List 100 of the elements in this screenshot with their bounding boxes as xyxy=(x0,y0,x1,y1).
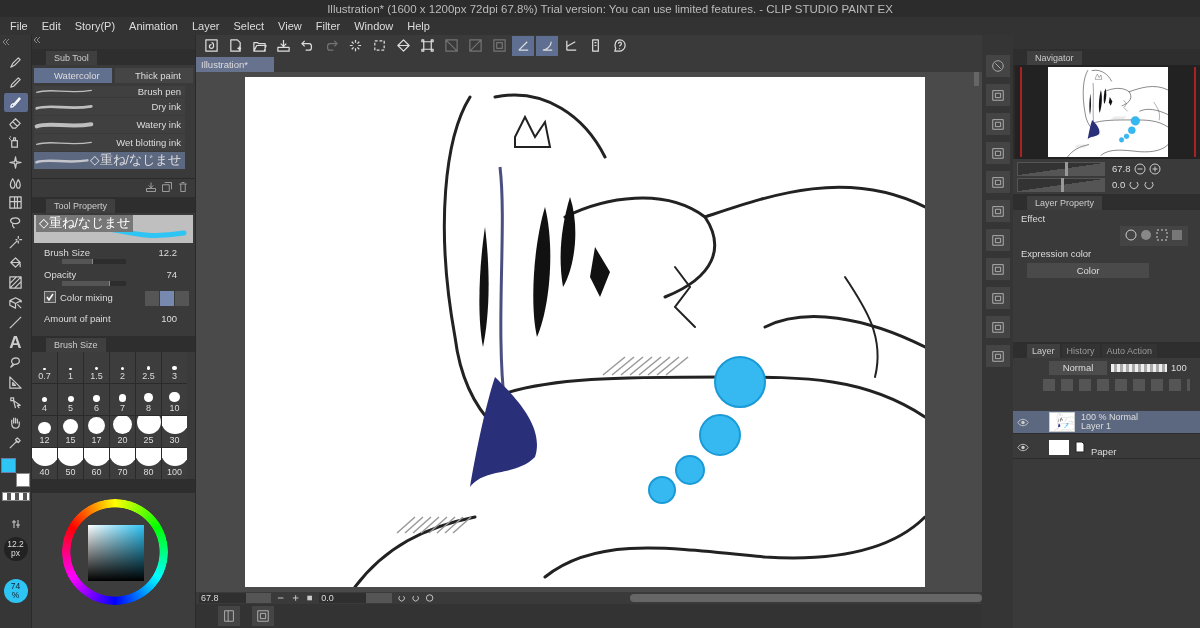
rotation-value[interactable]: 0.0 xyxy=(1112,179,1126,190)
panel-tab[interactable]: Layer xyxy=(1027,344,1060,358)
panel-tab[interactable]: Navigator xyxy=(1027,51,1082,65)
rotation-field[interactable]: 0.0 xyxy=(319,593,392,603)
zoom-value[interactable]: 67.8 xyxy=(1112,163,1131,174)
blend-mode-dropdown[interactable]: Normal xyxy=(1049,360,1107,375)
brush-size-preset[interactable]: 100 xyxy=(162,448,187,479)
brush-size-preset[interactable]: 10 xyxy=(162,384,187,415)
menu-item[interactable]: Story(P) xyxy=(67,20,123,32)
duplicate-icon[interactable] xyxy=(161,181,173,193)
eye-icon[interactable] xyxy=(1017,417,1029,427)
slider-track[interactable] xyxy=(62,259,126,264)
zoom-in-icon[interactable] xyxy=(1148,162,1161,175)
panel-button[interactable] xyxy=(985,316,1010,338)
panel-button[interactable] xyxy=(985,55,1010,77)
panel-button[interactable] xyxy=(985,113,1010,135)
slider-thumb[interactable] xyxy=(1065,161,1069,176)
brush-size-preset[interactable]: 2.5 xyxy=(136,352,161,383)
tool-button[interactable]: A xyxy=(3,333,28,352)
panel-button[interactable] xyxy=(985,345,1010,367)
brush-size-preset[interactable]: 20 xyxy=(110,416,135,447)
panel-tab[interactable]: Layer Property xyxy=(1027,196,1103,210)
menu-item[interactable]: Select xyxy=(226,20,272,32)
panel-button[interactable] xyxy=(985,258,1010,280)
expression-color-dropdown[interactable]: Color xyxy=(1027,263,1149,278)
trash-icon[interactable] xyxy=(177,181,189,193)
panel-tab[interactable]: History xyxy=(1061,344,1100,358)
brush-size-preset[interactable]: 7 xyxy=(110,384,135,415)
panel-button[interactable] xyxy=(985,229,1010,251)
brush-size-preset[interactable]: 30 xyxy=(162,416,187,447)
panel-button[interactable] xyxy=(985,142,1010,164)
panel-toggle-button[interactable] xyxy=(252,606,274,626)
download-icon[interactable] xyxy=(145,181,157,193)
zoom-in-icon[interactable] xyxy=(290,593,301,603)
transparent-color-swatch[interactable] xyxy=(1,492,30,501)
brush-size-preset[interactable]: 6 xyxy=(84,384,109,415)
checkbox[interactable] xyxy=(44,291,56,303)
tool-button[interactable] xyxy=(3,93,28,112)
zoom-field[interactable]: 67.8 xyxy=(199,593,272,603)
property-value[interactable]: 100 xyxy=(161,313,177,324)
brush-size-preset[interactable]: 40 xyxy=(32,448,57,479)
property-value[interactable]: 74 xyxy=(166,269,177,280)
brush-size-preset[interactable]: 50 xyxy=(58,448,83,479)
brush-size-preset[interactable]: 15 xyxy=(58,416,83,447)
brush-item[interactable]: Wet blotting ink xyxy=(34,134,185,151)
slider-thumb[interactable] xyxy=(1061,177,1064,192)
panel-tab[interactable]: Auto Action xyxy=(1101,344,1158,358)
collapse-icon[interactable] xyxy=(1,37,11,47)
sub-tool-group-tab[interactable]: Watercolor xyxy=(34,68,112,83)
rotate-right-icon[interactable] xyxy=(411,593,421,603)
brush-size-preset[interactable]: 80 xyxy=(136,448,161,479)
menu-item[interactable]: Filter xyxy=(308,20,348,32)
brush-item[interactable]: Watery ink xyxy=(34,116,185,133)
rotation-slider[interactable] xyxy=(1017,177,1105,192)
panel-button[interactable] xyxy=(985,287,1010,309)
sliders-icon[interactable] xyxy=(10,519,21,529)
brush-item[interactable]: Dry ink xyxy=(34,98,185,115)
brush-size-preset[interactable]: 0.7 xyxy=(32,352,57,383)
brush-size-preset[interactable]: 5 xyxy=(58,384,83,415)
color-square[interactable] xyxy=(88,525,144,581)
opacity-slider[interactable] xyxy=(1111,363,1167,372)
rotate-left-icon[interactable] xyxy=(396,593,407,603)
menu-item[interactable]: Edit xyxy=(34,20,68,32)
menu-item[interactable]: Window xyxy=(347,20,401,32)
panel-button[interactable] xyxy=(985,200,1010,222)
panel-tab[interactable]: Tool Property xyxy=(46,199,116,213)
panel-button[interactable] xyxy=(985,171,1010,193)
zoom-slider[interactable] xyxy=(1017,161,1105,176)
brush-size-preset[interactable]: 1.5 xyxy=(84,352,109,383)
menu-item[interactable]: Help xyxy=(400,20,437,32)
sub-color-swatch[interactable] xyxy=(15,473,30,487)
effect-buttons[interactable] xyxy=(1120,226,1188,246)
brush-size-preset[interactable]: 2 xyxy=(110,352,135,383)
eye-icon[interactable] xyxy=(1017,442,1029,452)
brush-size-preset[interactable]: 70 xyxy=(110,448,135,479)
brush-size-preset[interactable]: 60 xyxy=(84,448,109,479)
brush-item[interactable]: ◇重ね/なじませ xyxy=(34,152,185,169)
slider-track[interactable] xyxy=(62,281,126,286)
toolbar-button[interactable] xyxy=(512,35,534,56)
panel-tab[interactable]: Sub Tool xyxy=(46,51,97,65)
brush-size-preset[interactable]: 17 xyxy=(84,416,109,447)
brush-size-preset[interactable]: 3 xyxy=(162,352,187,383)
layer-row[interactable]: 100 % Normal Layer 1 xyxy=(1013,411,1200,434)
menu-item[interactable]: Layer xyxy=(184,20,227,32)
brush-size-preset[interactable]: 25 xyxy=(136,416,161,447)
brush-size-preset[interactable]: 8 xyxy=(136,384,161,415)
scrollbar[interactable] xyxy=(974,72,979,86)
sub-tool-group-tab[interactable]: Thick paint xyxy=(115,68,193,83)
property-value[interactable]: 12.2 xyxy=(158,247,177,258)
scrollbar[interactable] xyxy=(629,594,983,602)
reset-icon[interactable] xyxy=(425,593,435,603)
document-tab[interactable]: Illustration* xyxy=(196,57,274,72)
menu-item[interactable]: Animation xyxy=(122,20,185,32)
brush-size-preset[interactable]: 12 xyxy=(32,416,57,447)
panel-tab[interactable]: Brush Size xyxy=(46,338,106,352)
toolbar-button[interactable] xyxy=(536,35,558,56)
menu-item[interactable]: View xyxy=(271,20,309,32)
collapse-icon[interactable] xyxy=(32,35,42,45)
layer-row[interactable]: Paper xyxy=(1013,436,1200,459)
menu-item[interactable]: File xyxy=(3,20,35,32)
